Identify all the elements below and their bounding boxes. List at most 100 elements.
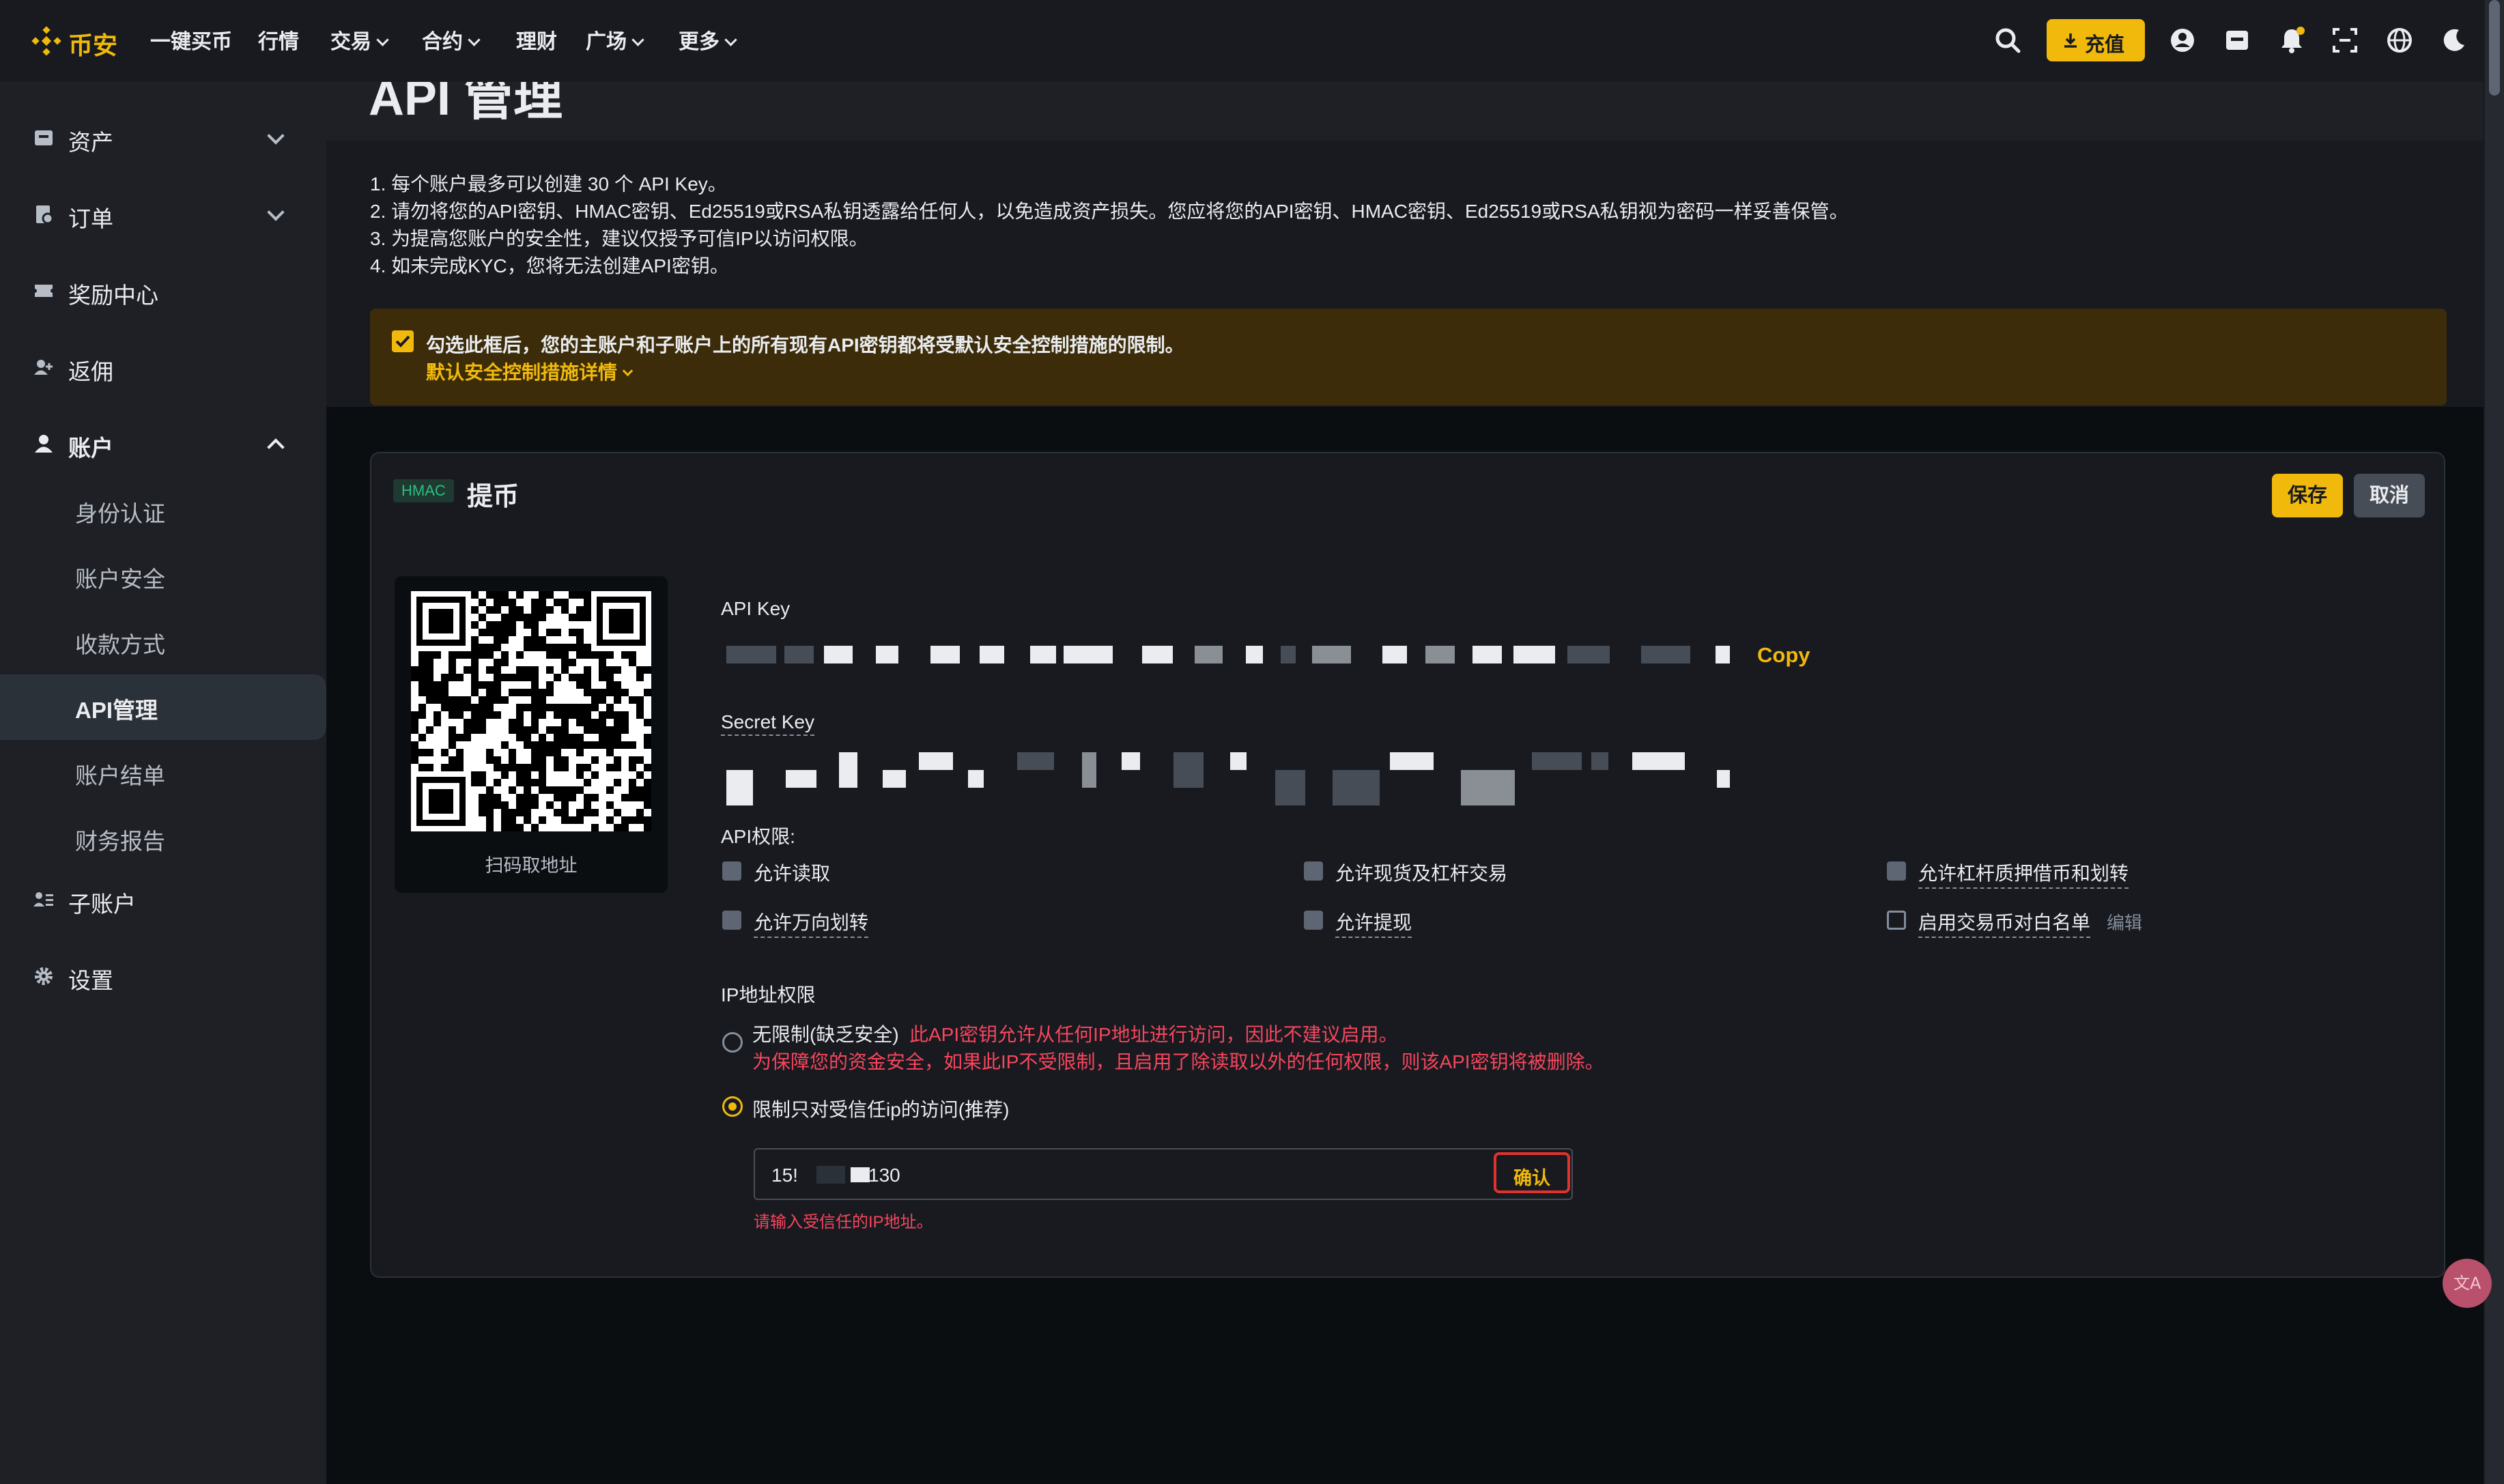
- permission-whitelist-checkbox[interactable]: [1887, 911, 1906, 930]
- qr-module: [471, 704, 479, 711]
- nav-earn[interactable]: 理财: [516, 25, 557, 55]
- brand-name: 币安: [68, 31, 118, 59]
- translate-float-button[interactable]: 文A: [2443, 1259, 2492, 1308]
- svg-text:文A: 文A: [2453, 1274, 2481, 1293]
- qr-module: [524, 801, 531, 809]
- qr-module: [539, 786, 546, 794]
- chevron-down-icon[interactable]: [267, 203, 285, 221]
- chevron-up-icon[interactable]: [267, 438, 285, 456]
- profile-icon[interactable]: [2168, 26, 2197, 55]
- qr-module: [531, 741, 539, 749]
- nav-futures[interactable]: 合约: [422, 25, 481, 55]
- qr-module: [531, 711, 539, 719]
- qr-module: [561, 644, 569, 651]
- permissions-label: API权限:: [721, 826, 795, 847]
- ip-confirm-button[interactable]: 确认: [1494, 1152, 1570, 1193]
- nav-markets[interactable]: 行情: [258, 25, 299, 55]
- ip-restricted-radio[interactable]: [722, 1096, 743, 1117]
- scrollbar-track[interactable]: [2485, 0, 2504, 1484]
- qr-module: [539, 599, 546, 606]
- banner-details-link[interactable]: 默认安全控制措施详情: [426, 358, 634, 385]
- search-icon[interactable]: [1993, 26, 2022, 55]
- brand-logo[interactable]: 币安: [30, 23, 132, 59]
- permission-margin-loan-checkbox[interactable]: [1887, 861, 1906, 881]
- copy-api-key-button[interactable]: Copy: [1757, 643, 1810, 668]
- sidebar-item-orders[interactable]: 订单: [68, 201, 113, 233]
- qr-module: [561, 704, 569, 711]
- qr-module: [599, 666, 606, 674]
- ip-unrestricted-radio[interactable]: [722, 1032, 743, 1053]
- qr-module: [501, 629, 509, 636]
- permission-read-checkbox[interactable]: [722, 861, 741, 881]
- permission-universal-transfer-checkbox[interactable]: [722, 911, 741, 930]
- sidebar-item-account[interactable]: 账户: [68, 430, 113, 463]
- qr-module: [524, 786, 531, 794]
- sidebar-item-rewards[interactable]: 奖励中心: [68, 277, 158, 310]
- qr-module: [464, 726, 471, 734]
- qr-module: [426, 764, 433, 771]
- whitelist-edit-link[interactable]: 编辑: [2107, 909, 2142, 934]
- masked-block: [1246, 646, 1263, 663]
- security-control-checkbox[interactable]: [392, 330, 414, 352]
- cancel-button[interactable]: 取消: [2354, 474, 2425, 517]
- notification-bell-icon[interactable]: [2277, 26, 2306, 55]
- sidebar-item-sub-account[interactable]: 子账户: [68, 886, 136, 919]
- nav-square[interactable]: 广场: [586, 25, 644, 55]
- scrollbar-thumb[interactable]: [2489, 0, 2500, 96]
- chevron-down-icon[interactable]: [267, 127, 285, 145]
- qr-module: [433, 696, 441, 704]
- qr-module: [644, 779, 651, 786]
- qr-module: [471, 591, 479, 599]
- qr-module: [554, 756, 561, 764]
- sidebar-subitem-api-active[interactable]: API管理: [0, 674, 326, 740]
- ip-confirm-label: 确认: [1513, 1168, 1550, 1188]
- qr-module: [486, 696, 494, 704]
- qr-module: [554, 599, 561, 606]
- qr-module: [471, 621, 479, 629]
- qr-module: [561, 756, 569, 764]
- qr-module: [606, 711, 614, 719]
- save-button[interactable]: 保存: [2272, 474, 2343, 517]
- qr-module: [531, 801, 539, 809]
- permission-spot-margin-checkbox[interactable]: [1304, 861, 1323, 881]
- deposit-button[interactable]: 充值: [2047, 19, 2145, 61]
- qr-module: [509, 756, 516, 764]
- qr-module: [599, 711, 606, 719]
- sidebar-subitem-identity[interactable]: 身份认证: [75, 496, 165, 528]
- nav-trade[interactable]: 交易: [330, 25, 389, 55]
- wallet-icon: [35, 130, 53, 145]
- qr-module: [441, 749, 449, 756]
- dark-mode-moon-icon[interactable]: [2440, 26, 2469, 55]
- note-line-4: 4. 如未完成KYC，您将无法创建API密钥。: [370, 255, 729, 276]
- globe-language-icon[interactable]: [2385, 26, 2414, 55]
- masked-block: [1716, 646, 1730, 663]
- qr-module: [516, 779, 524, 786]
- qr-module: [561, 659, 569, 666]
- qr-module: [636, 674, 644, 681]
- qr-module: [561, 809, 569, 816]
- qr-module: [509, 749, 516, 756]
- wallet-icon[interactable]: [2223, 26, 2251, 55]
- download-app-icon[interactable]: [2331, 26, 2359, 55]
- sidebar-subitem-reports[interactable]: 财务报告: [75, 823, 165, 856]
- nav-more[interactable]: 更多: [679, 25, 737, 55]
- sidebar-item-referral[interactable]: 返佣: [68, 354, 113, 386]
- qr-module: [486, 621, 494, 629]
- qr-module: [516, 771, 524, 779]
- sidebar-subitem-security[interactable]: 账户安全: [75, 561, 165, 594]
- sidebar-subitem-statements[interactable]: 账户结单: [75, 758, 165, 790]
- ip-input[interactable]: 15! 130: [754, 1148, 1573, 1200]
- qr-module: [644, 666, 651, 674]
- qr-module: [471, 666, 479, 674]
- sidebar-item-settings[interactable]: 设置: [68, 962, 113, 995]
- qr-module: [464, 666, 471, 674]
- nav-buy-crypto[interactable]: 一键买币: [150, 25, 232, 55]
- qr-module: [479, 771, 486, 779]
- permission-withdraw-checkbox[interactable]: [1304, 911, 1323, 930]
- masked-block: [980, 646, 1004, 663]
- sidebar-subitem-payment[interactable]: 收款方式: [75, 627, 165, 659]
- qr-module: [614, 756, 621, 764]
- sidebar-item-assets[interactable]: 资产: [68, 124, 113, 157]
- qr-module: [629, 794, 636, 801]
- qr-module: [449, 704, 456, 711]
